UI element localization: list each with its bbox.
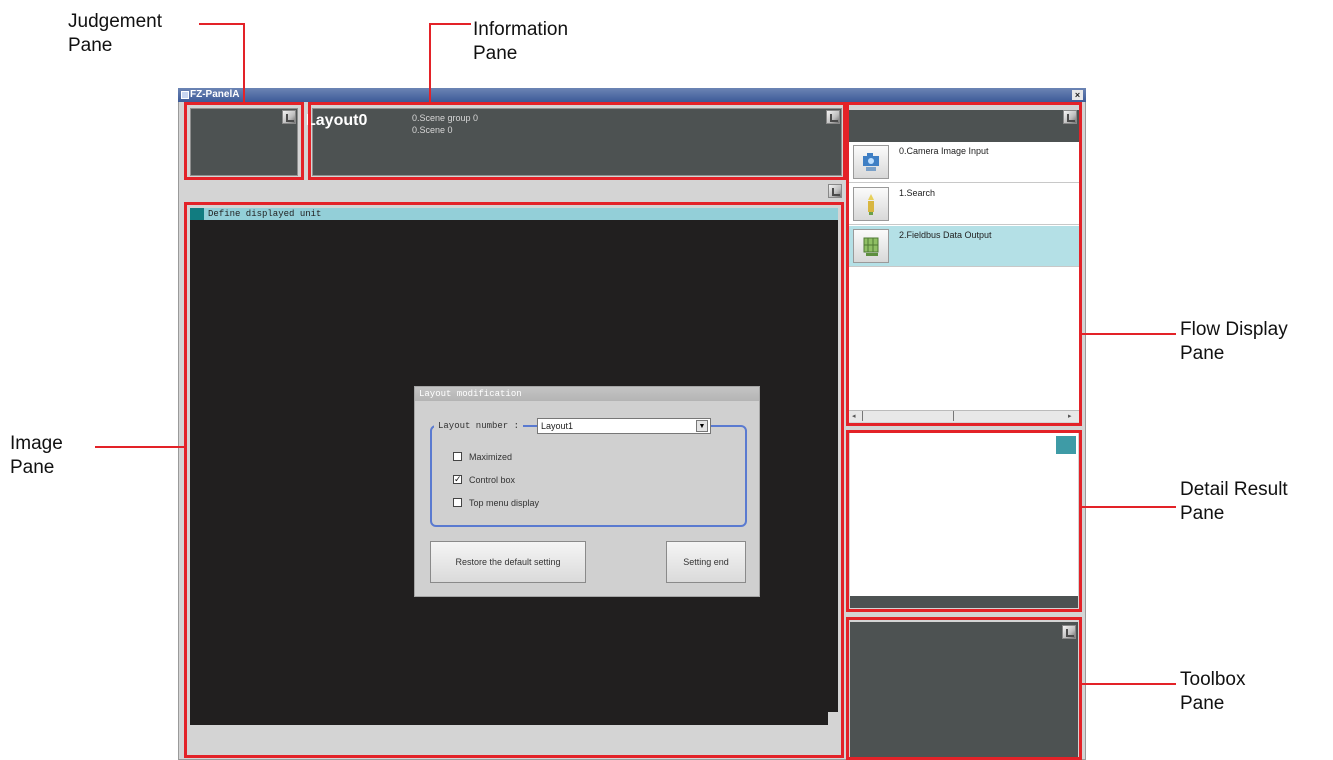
- callout-flow-display-pane: Flow Display Pane: [1180, 319, 1288, 364]
- callout-judgement-pane: Judgement Pane: [68, 11, 163, 56]
- judgement-leader: [243, 23, 245, 103]
- close-button[interactable]: ×: [1072, 90, 1083, 100]
- callout-toolbox-pane: Toolbox Pane: [1180, 669, 1246, 714]
- window-title: FZ-PanelA: [190, 89, 240, 100]
- image-leader: [95, 446, 186, 448]
- flow-display-pane-outline: [846, 102, 1082, 426]
- toolbox-pane-outline: [846, 617, 1082, 760]
- information-pane-outline: [308, 102, 846, 180]
- image-pane-outline: [184, 202, 844, 758]
- callout-detail-result-pane: Detail Result Pane: [1180, 479, 1288, 524]
- title-bar[interactable]: [178, 88, 1086, 102]
- callout-image-pane: Image Pane: [10, 433, 63, 478]
- callout-information-pane: Information Pane: [473, 19, 569, 64]
- detail-result-pane-outline: [846, 430, 1082, 612]
- image-pane-settings-icon[interactable]: [828, 184, 842, 198]
- detail-leader: [1080, 506, 1176, 508]
- information-leader: [429, 23, 471, 25]
- app-icon: [181, 91, 189, 99]
- toolbox-leader: [1080, 683, 1176, 685]
- judgement-pane-outline: [184, 102, 304, 180]
- flow-leader: [1080, 333, 1176, 335]
- judgement-leader: [199, 23, 245, 25]
- information-leader: [429, 23, 431, 103]
